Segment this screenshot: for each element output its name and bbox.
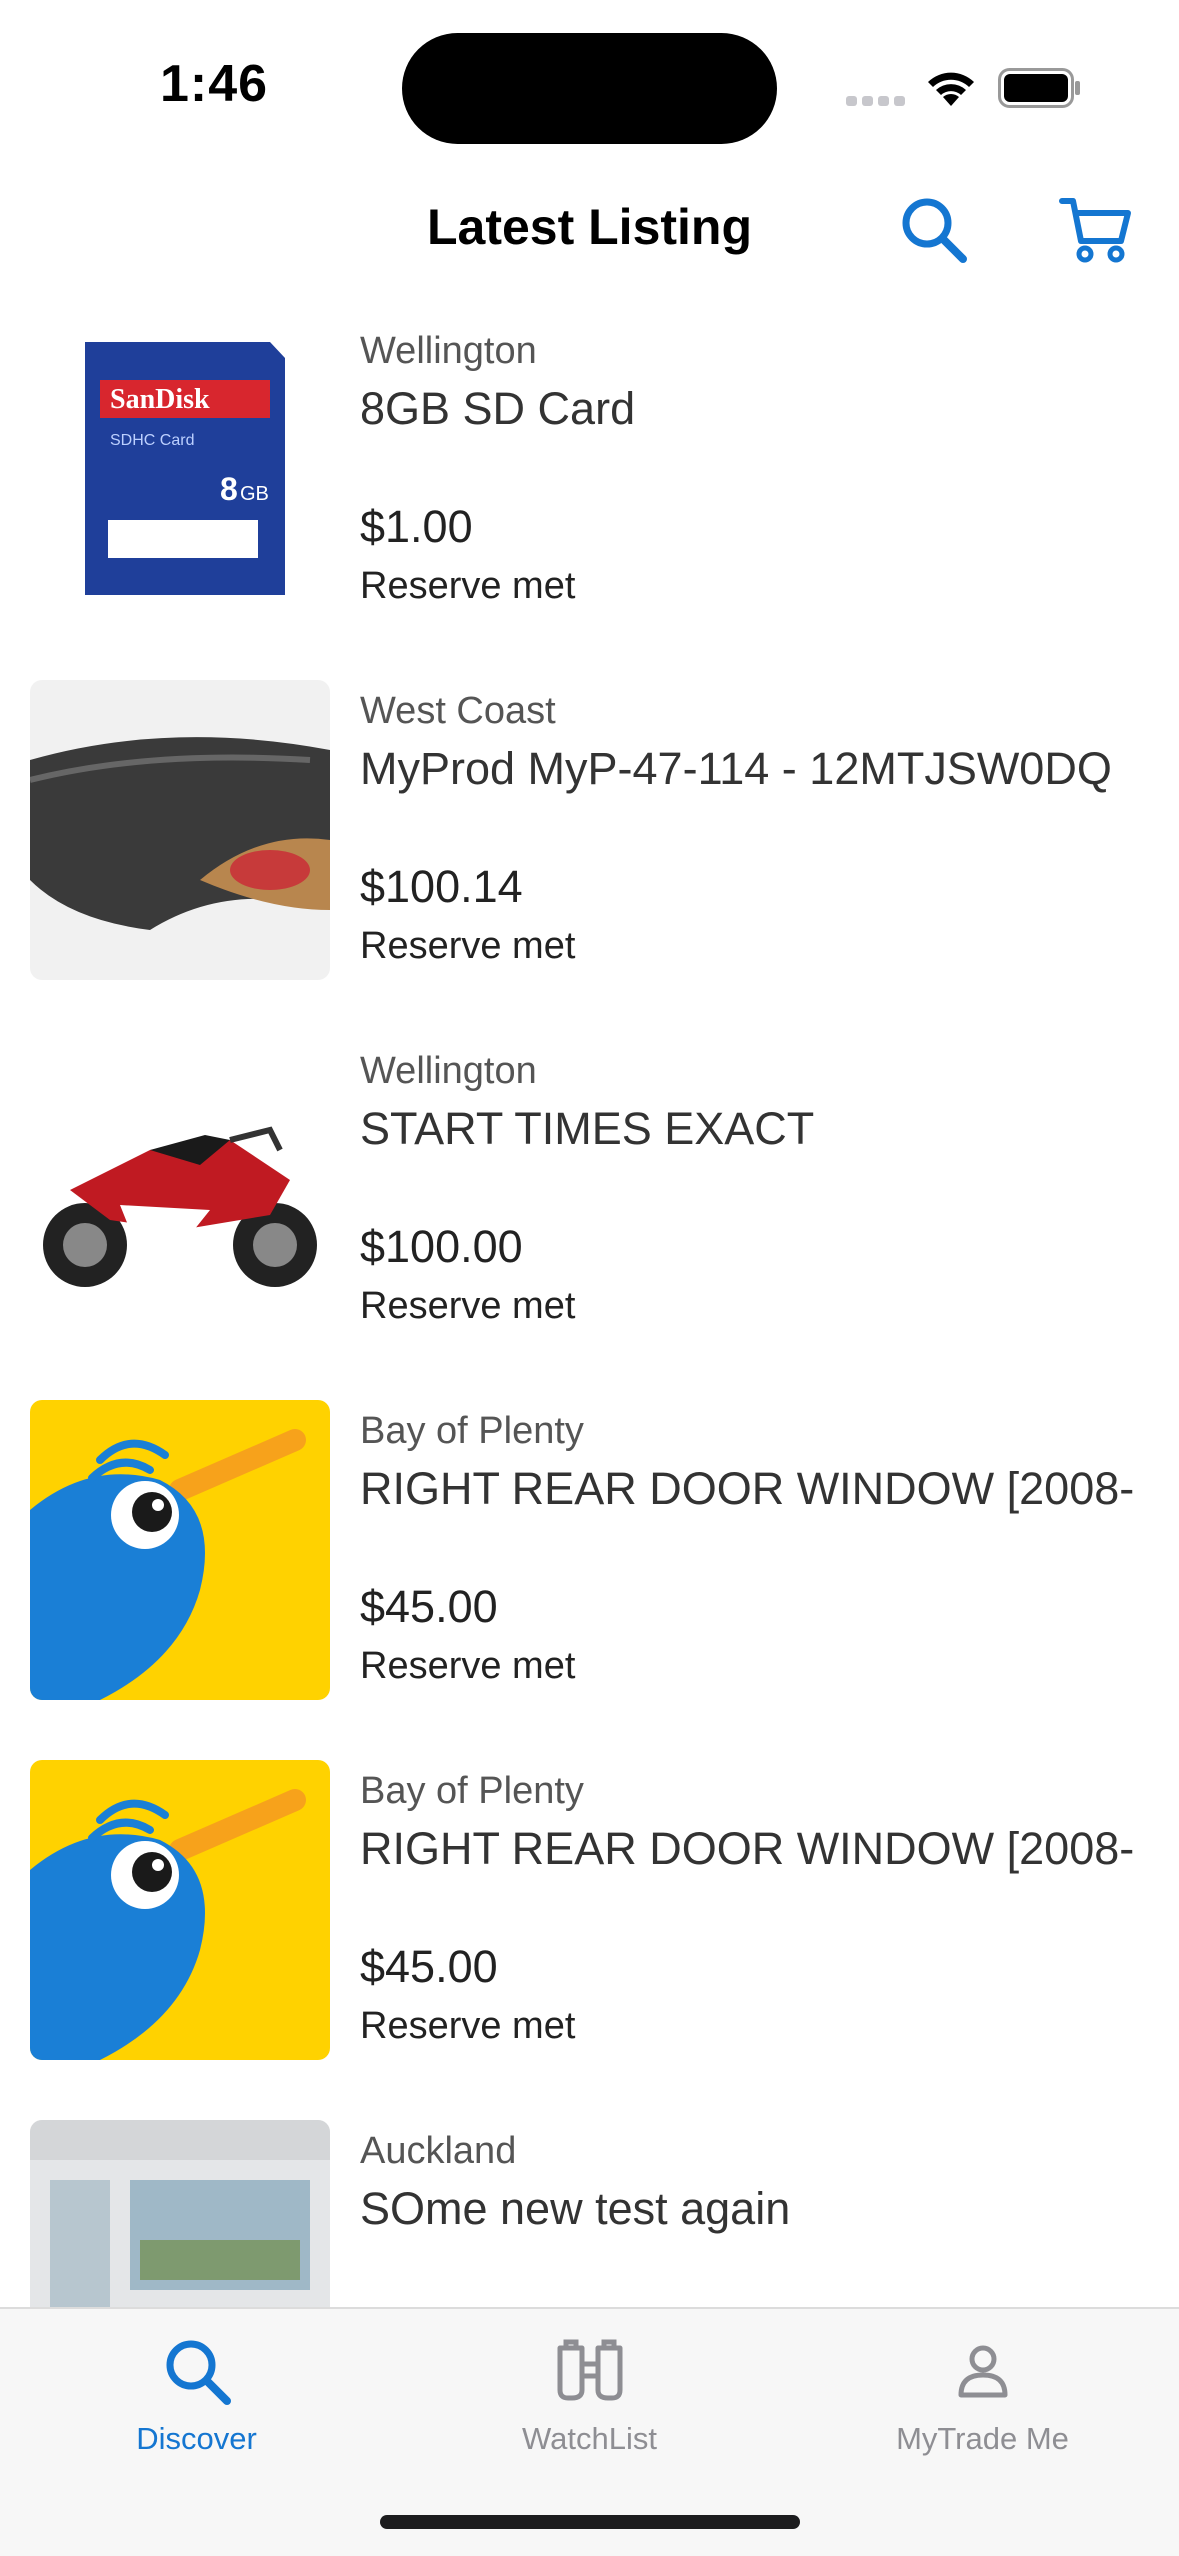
search-icon xyxy=(157,2331,237,2411)
svg-text:8: 8 xyxy=(220,471,238,507)
listing-info: West Coast MyProd MyP-47-114 - 12MTJSW0D… xyxy=(360,688,1179,972)
navigation-bar: Latest Listing xyxy=(0,170,1179,286)
listing-price: $100.00 xyxy=(360,1221,523,1272)
screen: 1:46 Latest Listing SanDisk SDHC Card 8 … xyxy=(0,0,1179,2556)
listing-reserve-status: Reserve met xyxy=(360,1285,576,1327)
listing-price: $45.00 xyxy=(360,1581,498,1632)
listing-region: West Coast xyxy=(360,690,556,732)
listing-info: Bay of Plenty RIGHT REAR DOOR WINDOW [20… xyxy=(360,1768,1179,2052)
product-image xyxy=(30,680,330,980)
listing-item[interactable]: SanDisk SDHC Card 8 GB Wellington 8GB SD… xyxy=(0,320,1179,680)
home-indicator[interactable] xyxy=(380,2515,800,2529)
listing-title: START TIMES EXACT xyxy=(360,1103,815,1154)
tab-label: Discover xyxy=(136,2421,257,2456)
listing-item[interactable]: Wellington START TIMES EXACT $100.00 Res… xyxy=(0,1040,1179,1400)
listing-price: $45.00 xyxy=(360,1941,498,1992)
motorcycle-image xyxy=(30,1040,330,1340)
cart-button[interactable] xyxy=(1054,188,1138,272)
tab-label: MyTrade Me xyxy=(896,2421,1069,2456)
listing-title: 8GB SD Card xyxy=(360,383,636,434)
svg-text:SDHC Card: SDHC Card xyxy=(110,432,194,449)
listing-region: Bay of Plenty xyxy=(360,1410,584,1452)
listing-item[interactable]: Bay of Plenty RIGHT REAR DOOR WINDOW [20… xyxy=(0,1760,1179,2120)
listing-reserve-status: Reserve met xyxy=(360,2005,576,2047)
binoculars-icon xyxy=(550,2331,630,2411)
battery-icon xyxy=(998,68,1082,108)
listing-list[interactable]: SanDisk SDHC Card 8 GB Wellington 8GB SD… xyxy=(0,320,1179,2308)
listing-region: Bay of Plenty xyxy=(360,1770,584,1812)
listing-info: Auckland SOme new test again xyxy=(360,2128,1179,2238)
listing-item[interactable]: Bay of Plenty RIGHT REAR DOOR WINDOW [20… xyxy=(0,1400,1179,1760)
sd-card-image: SanDisk SDHC Card 8 GB xyxy=(30,320,330,620)
listing-title: SOme new test again xyxy=(360,2183,791,2234)
svg-text:GB: GB xyxy=(240,483,269,505)
listing-reserve-status: Reserve met xyxy=(360,1645,576,1687)
dynamic-island xyxy=(402,33,777,144)
listing-region: Wellington xyxy=(360,330,537,372)
listing-title: RIGHT REAR DOOR WINDOW [2008- xyxy=(360,1823,1135,1874)
tab-label: WatchList xyxy=(522,2421,657,2456)
listing-info: Bay of Plenty RIGHT REAR DOOR WINDOW [20… xyxy=(360,1408,1179,1692)
svg-text:SanDisk: SanDisk xyxy=(110,384,210,415)
house-interior-image xyxy=(30,2120,330,2308)
status-bar: 1:46 xyxy=(0,0,1179,160)
cellular-signal-icon xyxy=(846,96,906,106)
tab-mytrademe[interactable]: MyTrade Me xyxy=(786,2309,1179,2479)
search-icon xyxy=(902,198,967,263)
listing-region: Auckland xyxy=(360,2130,517,2172)
listing-region: Wellington xyxy=(360,1050,537,1092)
status-time: 1:46 xyxy=(160,55,269,113)
listing-info: Wellington 8GB SD Card $1.00 Reserve met xyxy=(360,328,1179,612)
listing-item[interactable]: West Coast MyProd MyP-47-114 - 12MTJSW0D… xyxy=(0,680,1179,1040)
tab-watchlist[interactable]: WatchList xyxy=(393,2309,786,2479)
listing-price: $1.00 xyxy=(360,501,473,552)
listing-info: Wellington START TIMES EXACT $100.00 Res… xyxy=(360,1048,1179,1332)
person-icon xyxy=(943,2331,1023,2411)
listing-title: RIGHT REAR DOOR WINDOW [2008- xyxy=(360,1463,1135,1514)
listing-title: MyProd MyP-47-114 - 12MTJSW0DQ xyxy=(360,743,1112,794)
cart-icon xyxy=(1059,198,1131,263)
kiwi-placeholder-image xyxy=(30,1760,330,2060)
page-title: Latest Listing xyxy=(426,199,753,255)
listing-reserve-status: Reserve met xyxy=(360,565,576,607)
kiwi-placeholder-image xyxy=(30,1400,330,1700)
tab-discover[interactable]: Discover xyxy=(0,2309,393,2479)
wifi-icon xyxy=(924,66,978,108)
listing-reserve-status: Reserve met xyxy=(360,925,576,967)
listing-item[interactable]: Auckland SOme new test again xyxy=(0,2120,1179,2308)
listing-price: $100.14 xyxy=(360,861,523,912)
search-button[interactable] xyxy=(892,188,976,272)
